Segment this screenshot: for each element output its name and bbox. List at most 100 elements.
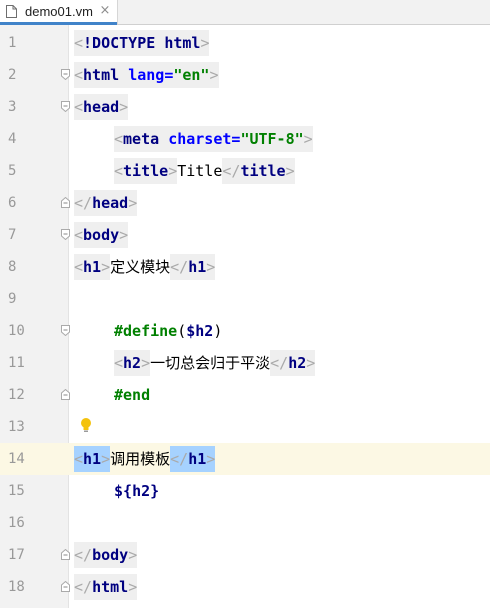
code-line[interactable]: 17 </body> bbox=[0, 539, 490, 571]
code-line[interactable]: 1 <!DOCTYPE html> bbox=[0, 27, 490, 59]
fold-marker-icon[interactable] bbox=[61, 389, 70, 400]
title-text: Title bbox=[177, 162, 223, 180]
bracket: </ bbox=[74, 546, 93, 564]
fold-marker-icon[interactable] bbox=[61, 101, 70, 112]
doctype-keyword: !DOCTYPE bbox=[83, 34, 156, 52]
line-number: 15 bbox=[8, 483, 25, 499]
file-icon bbox=[6, 5, 17, 18]
line-number: 16 bbox=[8, 515, 25, 531]
bracket: > bbox=[306, 354, 316, 372]
bracket: > bbox=[119, 98, 129, 116]
bracket: </ bbox=[170, 258, 189, 276]
tag-name: head bbox=[92, 194, 129, 212]
paren: ( bbox=[177, 322, 187, 340]
code-line[interactable]: 7 <body> bbox=[0, 219, 490, 251]
code-line[interactable]: 13 bbox=[0, 411, 490, 443]
tag-name: h1 bbox=[188, 258, 207, 276]
bracket: < bbox=[74, 66, 84, 84]
line-number: 14 bbox=[0, 443, 68, 475]
bracket: > bbox=[128, 194, 138, 212]
reference-close: } bbox=[150, 482, 160, 500]
h1-text: 调用模板 bbox=[110, 450, 171, 468]
code-line[interactable]: 6 </head> bbox=[0, 187, 490, 219]
code-line[interactable]: 10 #define($h2) bbox=[0, 315, 490, 347]
code-line-current[interactable]: 14 <h1>调用模板</h1> bbox=[0, 443, 490, 475]
bracket: < bbox=[74, 450, 84, 468]
tag-name: body bbox=[83, 226, 120, 244]
code-line[interactable]: 3 <head> bbox=[0, 91, 490, 123]
line-number: 4 bbox=[8, 131, 17, 147]
macro-variable: $h2 bbox=[186, 322, 214, 340]
tag-name: html bbox=[92, 578, 129, 596]
line-number: 3 bbox=[8, 99, 17, 115]
bracket: < bbox=[74, 98, 84, 116]
h2-text: 一切总会归于平淡 bbox=[150, 354, 271, 372]
code-line[interactable]: 12 #end bbox=[0, 379, 490, 411]
tag-name: body bbox=[92, 546, 129, 564]
line-number: 2 bbox=[8, 67, 17, 83]
attr-name: charset bbox=[168, 130, 232, 148]
line-number: 8 bbox=[8, 259, 17, 275]
line-number: 13 bbox=[8, 419, 25, 435]
code-line[interactable]: 8 <h1>定义模块</h1> bbox=[0, 251, 490, 283]
code-line[interactable]: 5 <title>Title</title> bbox=[0, 155, 490, 187]
close-icon[interactable]: × bbox=[98, 3, 112, 19]
attr-name: lang bbox=[128, 66, 165, 84]
code-line[interactable]: 2 <html lang="en"> bbox=[0, 59, 490, 91]
bracket: </ bbox=[74, 194, 93, 212]
reference-name: h2 bbox=[132, 482, 151, 500]
bracket: > bbox=[128, 578, 138, 596]
bracket: > bbox=[200, 34, 210, 52]
bracket: > bbox=[303, 130, 313, 148]
bracket: > bbox=[101, 258, 111, 276]
bracket: > bbox=[101, 450, 111, 468]
fold-marker-icon[interactable] bbox=[61, 581, 70, 592]
fold-marker-icon[interactable] bbox=[61, 549, 70, 560]
code-line[interactable]: 4 <meta charset="UTF-8"> bbox=[0, 123, 490, 155]
line-number: 6 bbox=[8, 195, 17, 211]
fold-marker-icon[interactable] bbox=[61, 69, 70, 80]
line-number: 17 bbox=[8, 547, 25, 563]
bracket: < bbox=[114, 130, 124, 148]
tag-name: meta bbox=[123, 130, 160, 148]
h1-text: 定义模块 bbox=[110, 258, 171, 276]
code-line[interactable]: 18 </html> bbox=[0, 571, 490, 603]
bracket: > bbox=[206, 450, 216, 468]
bracket: > bbox=[168, 162, 178, 180]
tag-name: h1 bbox=[83, 258, 102, 276]
bracket: > bbox=[119, 226, 129, 244]
line-number: 1 bbox=[8, 35, 17, 51]
bracket: > bbox=[209, 66, 219, 84]
line-number: 12 bbox=[8, 387, 25, 403]
code-line[interactable]: 15 ${h2} bbox=[0, 475, 490, 507]
bracket: > bbox=[285, 162, 295, 180]
bracket: < bbox=[74, 226, 84, 244]
tag-name: h1 bbox=[83, 450, 102, 468]
define-directive: #define bbox=[114, 322, 178, 340]
fold-marker-icon[interactable] bbox=[61, 197, 70, 208]
tag-name: title bbox=[123, 162, 169, 180]
code-line[interactable]: 11 <h2>一切总会归于平淡</h2> bbox=[0, 347, 490, 379]
bracket: </ bbox=[270, 354, 289, 372]
attr-value: "en" bbox=[173, 66, 210, 84]
code-line[interactable]: 16 bbox=[0, 507, 490, 539]
tab-demo01-vm[interactable]: demo01.vm × bbox=[0, 0, 118, 25]
bracket: > bbox=[128, 546, 138, 564]
fold-marker-icon[interactable] bbox=[61, 325, 70, 336]
tag-name: html bbox=[83, 66, 120, 84]
tag-name: h1 bbox=[188, 450, 207, 468]
bracket: </ bbox=[222, 162, 241, 180]
line-number: 5 bbox=[8, 163, 17, 179]
bracket: > bbox=[206, 258, 216, 276]
tag-name: title bbox=[240, 162, 286, 180]
reference-open: ${ bbox=[114, 482, 133, 500]
code-line[interactable]: 9 bbox=[0, 283, 490, 315]
fold-marker-icon[interactable] bbox=[61, 229, 70, 240]
line-number: 11 bbox=[8, 355, 25, 371]
line-number: 7 bbox=[8, 227, 17, 243]
doctype-html: html bbox=[164, 34, 201, 52]
tag-name: head bbox=[83, 98, 120, 116]
lightbulb-icon[interactable] bbox=[80, 417, 92, 433]
line-number: 10 bbox=[8, 323, 25, 339]
tag-name: h2 bbox=[288, 354, 307, 372]
